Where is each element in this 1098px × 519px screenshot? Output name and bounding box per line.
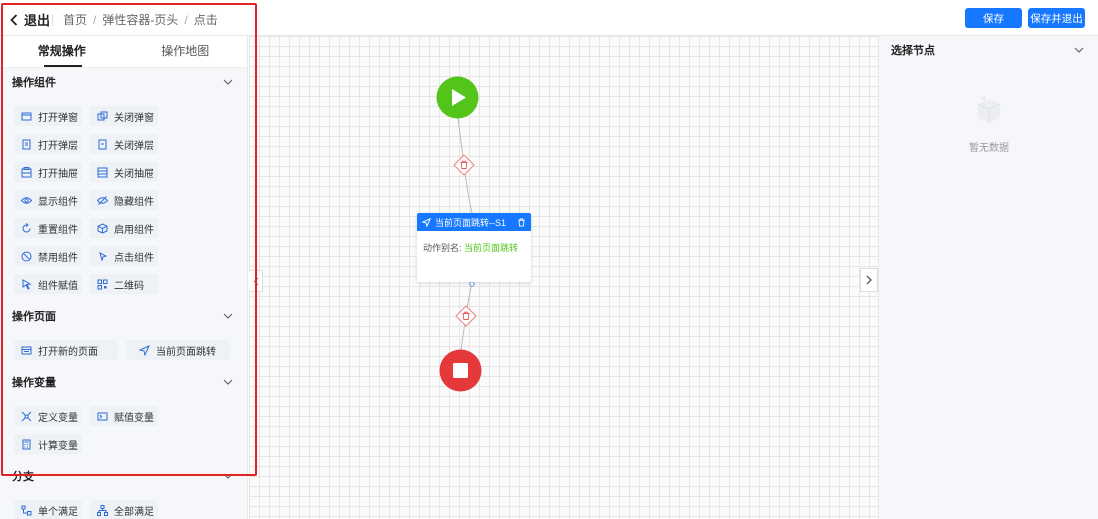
collapse-left-panel-button[interactable]	[249, 270, 263, 292]
action-node-body: 动作别名: 当前页面跳转	[417, 231, 531, 264]
action-alias-label: 动作别名:	[423, 243, 462, 253]
empty-box-icon	[977, 96, 1001, 123]
action-node-title: 当前页面跳转--S1	[435, 217, 507, 228]
connector-delete-button[interactable]	[453, 154, 475, 176]
action-node-header: 当前页面跳转--S1	[417, 213, 531, 231]
expand-right-panel-button[interactable]	[860, 268, 878, 292]
node-panel-header[interactable]: 选择节点	[879, 36, 1098, 64]
stop-icon	[453, 363, 468, 378]
node-panel-title: 选择节点	[891, 45, 935, 57]
chevron-right-icon	[866, 275, 872, 285]
chevron-down-icon	[1074, 47, 1084, 53]
action-alias-value: 当前页面跳转	[464, 243, 519, 253]
connector-delete-button[interactable]	[455, 305, 477, 327]
start-node[interactable]	[436, 76, 479, 119]
action-node-card[interactable]: 当前页面跳转--S1 动作别名: 当前页面跳转	[417, 213, 531, 282]
send-icon	[422, 217, 431, 227]
trash-icon[interactable]	[517, 217, 526, 227]
end-node[interactable]	[439, 349, 482, 392]
node-panel: 选择节点 暂无数据	[878, 36, 1098, 519]
empty-state-text: 暂无数据	[969, 143, 1009, 154]
chevron-left-icon	[253, 277, 258, 285]
